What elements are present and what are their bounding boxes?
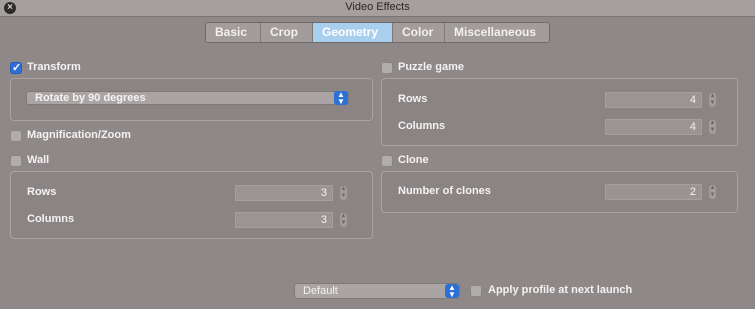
transform-group: Rotate by 90 degrees ▲ ▼: [10, 78, 373, 121]
puzzle-label: Puzzle game: [398, 61, 465, 73]
clone-count-field[interactable]: 2: [605, 184, 702, 200]
puzzle-checkbox[interactable]: [381, 62, 393, 74]
wall-group: Rows 3 ▲ ▼ Columns 3 ▲ ▼: [10, 171, 373, 239]
puzzle-group: Rows 4 ▲ ▼ Columns 4 ▲ ▼: [381, 78, 738, 146]
tab-color[interactable]: Color: [392, 23, 444, 42]
puzzle-columns-stepper[interactable]: ▲ ▼: [708, 119, 717, 135]
puzzle-rows-label: Rows: [398, 93, 428, 105]
puzzle-columns-label: Columns: [398, 120, 446, 132]
wall-rows-field[interactable]: 3: [235, 185, 333, 201]
tab-crop[interactable]: Crop: [260, 23, 312, 42]
transform-popup[interactable]: Rotate by 90 degrees ▲ ▼: [26, 91, 349, 106]
tab-geometry[interactable]: Geometry: [312, 23, 392, 42]
transform-label: Transform: [27, 61, 81, 73]
wall-columns-field[interactable]: 3: [235, 212, 333, 228]
wall-rows-stepper[interactable]: ▲ ▼: [339, 185, 348, 201]
tab-basic[interactable]: Basic: [206, 23, 260, 42]
tab-bar: Basic Crop Geometry Color Miscellaneous: [205, 22, 550, 43]
puzzle-rows-stepper[interactable]: ▲ ▼: [708, 92, 717, 108]
clone-count-label: Number of clones: [398, 185, 491, 197]
puzzle-columns-field[interactable]: 4: [605, 119, 702, 135]
wall-columns-stepper[interactable]: ▲ ▼: [339, 212, 348, 228]
transform-checkbox[interactable]: [10, 61, 22, 74]
magnification-checkbox[interactable]: [10, 130, 22, 142]
wall-label: Wall: [27, 154, 50, 166]
updown-arrows-icon: ▲ ▼: [334, 91, 348, 106]
clone-checkbox[interactable]: [381, 155, 393, 167]
wall-checkbox[interactable]: [10, 155, 22, 167]
updown-arrows-icon: ▲ ▼: [445, 284, 459, 299]
clone-count-stepper[interactable]: ▲ ▼: [708, 184, 717, 200]
apply-profile-checkbox[interactable]: [470, 285, 482, 297]
profile-popup-value: Default: [303, 285, 338, 297]
apply-profile-label: Apply profile at next launch: [488, 284, 633, 296]
clone-group: Number of clones 2 ▲ ▼: [381, 171, 738, 213]
tab-miscellaneous[interactable]: Miscellaneous: [444, 23, 549, 42]
wall-columns-label: Columns: [27, 213, 75, 225]
transform-popup-value: Rotate by 90 degrees: [35, 92, 146, 104]
puzzle-rows-field[interactable]: 4: [605, 92, 702, 108]
title-bar: × Video Effects: [0, 0, 755, 17]
window-title: Video Effects: [345, 1, 410, 13]
wall-rows-label: Rows: [27, 186, 57, 198]
magnification-label: Magnification/Zoom: [27, 129, 131, 141]
clone-label: Clone: [398, 154, 429, 166]
profile-popup[interactable]: Default ▲ ▼: [294, 283, 460, 299]
